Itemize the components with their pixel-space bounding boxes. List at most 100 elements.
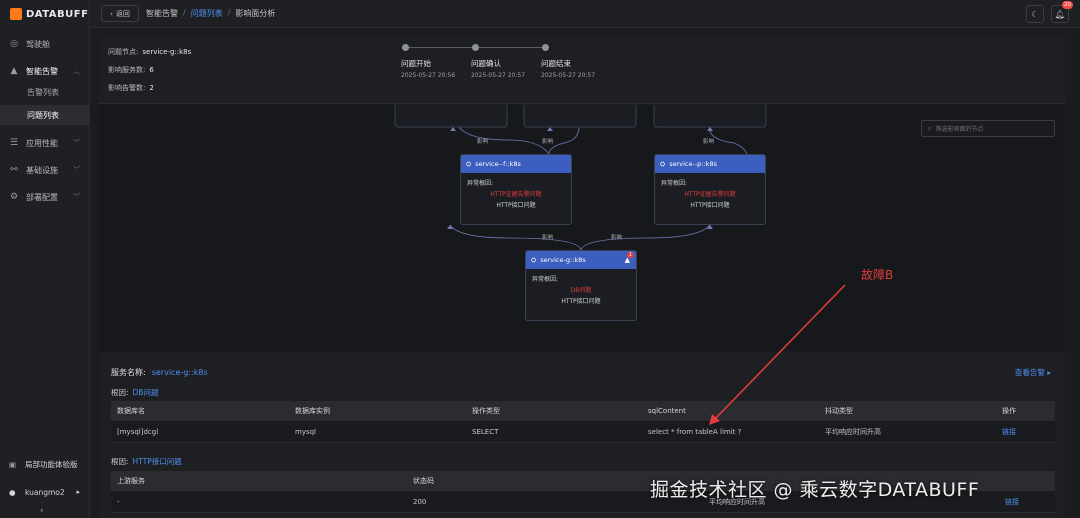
watermark: 掘金技术社区 @ 乘云数字DATABUFF (650, 479, 980, 501)
collapse-sidebar-icon[interactable]: ‹ (40, 506, 44, 516)
breadcrumb-separator: / (227, 8, 231, 17)
arrow-head (450, 127, 456, 131)
problem-node-value: service-g::k8s (142, 48, 192, 56)
chevron-down-icon: ﹀ (73, 139, 80, 147)
node-body: 异常根因: HTTP证据告警问题 HTTP接口问题 (655, 173, 765, 216)
node-title: service--f::k8s (475, 160, 521, 168)
root-cause-label: 根因: (111, 457, 129, 466)
problem-node-row: 问题节点: service-g::k8s (108, 47, 191, 57)
service-name-label: 服务名称: (111, 368, 146, 377)
affected-alarms-row: 影响告警数: 2 (108, 83, 154, 93)
sidebar-subitem-alarm-list[interactable]: 告警列表 (0, 82, 90, 102)
node-body: 异常根因: HTTP证据告警问题 HTTP接口问题 (461, 173, 571, 216)
sidebar-item-label: 驾驶舱 (26, 39, 50, 49)
column-header: 数据库实例 (295, 407, 330, 415)
sidebar-item-deploy[interactable]: ⚙ 部署配置 ﹀ (0, 187, 90, 207)
bell-icon: 🔔︎ (1054, 9, 1066, 19)
node-root-label: 异常根因: (467, 180, 494, 187)
table-link[interactable]: 链接 (999, 497, 1055, 507)
notification-badge: 20 (1062, 1, 1073, 9)
root-cause-value[interactable]: DB问题 (133, 388, 159, 397)
user-name: kuangmo2 (25, 487, 65, 497)
user-icon: ● (9, 487, 16, 497)
sidebar-item-alerts[interactable]: ▲ 智能告警 ︿ (0, 61, 90, 81)
view-alarms-link[interactable]: 查看告警 ▸ (1015, 367, 1051, 378)
table-link[interactable]: 链接 (996, 427, 1055, 437)
graph-edge (708, 126, 748, 155)
breadcrumb: 智能告警 / 问题列表 / 影响面分析 (146, 8, 275, 19)
graph-node-partial (523, 105, 637, 128)
column-header: sqlContent (648, 407, 686, 415)
root-cause-value[interactable]: HTTP接口问题 (133, 457, 182, 466)
graph-node-service-g[interactable]: ⛭ service-g::k8s ▲ 1 异常根因: DB问题 HTTP接口问题 (525, 250, 637, 321)
service-name-value[interactable]: service-g::k8s (152, 368, 208, 377)
graph-node-service-f[interactable]: ⛭ service--f::k8s 异常根因: HTTP证据告警问题 HTTP接… (460, 154, 572, 225)
timeline-label: 问题开始 (401, 59, 431, 68)
service-icon: ⛭ (466, 159, 472, 168)
graph-search-placeholder: 筛选影响面的节点 (935, 126, 984, 133)
edge-label: 影响 (542, 139, 554, 145)
node-body: 异常根因: DB问题 HTTP接口问题 (526, 269, 636, 312)
node-title: service-g::k8s (540, 256, 586, 264)
graph-node-service-p[interactable]: ⛭ service--p::k8s 异常根因: HTTP证据告警问题 HTTP接… (654, 154, 766, 225)
breadcrumb-item[interactable]: 智能告警 (146, 8, 178, 19)
trial-mode-label: 局部功能体验版 (25, 459, 78, 469)
breadcrumb-current: 影响面分析 (235, 9, 276, 18)
sidebar-item-label: 基础设施 (26, 165, 58, 175)
sidebar-subitem-label: 告警列表 (27, 87, 59, 97)
sidebar: DATABUFF ◎ 驾驶舱 ▲ 智能告警 ︿ 告警列表 问题列表 ☰ 应用性能… (0, 0, 90, 518)
graph-node-partial (653, 105, 767, 128)
edge-label: 影响 (611, 235, 623, 241)
notification-button[interactable]: 🔔︎ 20 (1051, 1, 1073, 23)
list-icon: ☰ (9, 138, 19, 148)
table-cell: 平均响应时间升高 (825, 427, 881, 436)
chevron-down-icon: ﹀ (73, 166, 80, 174)
breadcrumb-item[interactable]: 问题列表 (191, 8, 223, 19)
node-red-text: DB问题 (570, 287, 592, 294)
timeline-dot (472, 44, 479, 51)
db-table: 数据库名 数据库实例 操作类型 sqlContent 抖动类型 操作 [mysq… (111, 401, 1055, 443)
trial-mode-item[interactable]: ▣ 局部功能体验版 (0, 454, 90, 474)
bell-icon: ▲ (10, 66, 18, 76)
affected-services-label: 影响服务数: (108, 66, 146, 74)
moon-icon: ☾ (1031, 9, 1039, 19)
node-root-cause: HTTP接口问题 (690, 202, 730, 209)
gear-icon: ⚙ (9, 192, 19, 202)
logo-text: DATABUFF (26, 8, 89, 20)
chevron-up-icon: ︿ (73, 67, 80, 75)
sidebar-item-label: 应用性能 (26, 138, 58, 148)
timeline-dot (542, 44, 549, 51)
service-icon: ⛭ (660, 159, 666, 168)
sidebar-item-infra[interactable]: ⚯ 基础设施 ﹀ (0, 160, 90, 180)
lock-icon: ▣ (9, 459, 17, 469)
logo[interactable]: DATABUFF (10, 8, 88, 20)
problem-info-panel: 问题节点: service-g::k8s 影响服务数: 6 影响告警数: 2 (99, 36, 1065, 104)
chevron-right-icon: ▸ (1047, 368, 1051, 377)
sidebar-item-apm[interactable]: ☰ 应用性能 ﹀ (0, 133, 90, 153)
node-title: service--p::k8s (669, 160, 717, 168)
back-button[interactable]: ‹ 返回 (101, 5, 139, 22)
theme-toggle-button[interactable]: ☾ (1026, 5, 1044, 23)
timeline-label: 问题结束 (541, 59, 571, 68)
search-icon: ⌕ (928, 124, 932, 132)
table-cell: SELECT (472, 427, 499, 436)
sidebar-item-label: 部署配置 (26, 192, 58, 202)
sidebar-item-dashboard[interactable]: ◎ 驾驶舱 (0, 34, 90, 54)
column-header: 操作 (1002, 407, 1016, 415)
user-menu[interactable]: ● kuangmo2 ▸ (0, 482, 90, 502)
affected-services-row: 影响服务数: 6 (108, 65, 154, 75)
timeline-time: 2025-05-27 20:57 (471, 72, 526, 79)
view-alarms-label: 查看告警 (1014, 368, 1045, 377)
service-icon: ⛭ (531, 255, 537, 264)
table-cell: [mysql]dcgl (117, 427, 159, 436)
edge-label: 影响 (703, 139, 715, 145)
impact-graph[interactable]: ⌕ 筛选影响面的节点 影响 影响 影响 影响 影响 ⛭ service--f::… (99, 105, 1065, 351)
sidebar-subitem-problem-list[interactable]: 问题列表 (0, 105, 90, 125)
root-cause-row: 根因: DB问题 (111, 387, 158, 398)
graph-search-input[interactable]: ⌕ 筛选影响面的节点 (921, 120, 1055, 137)
node-root-cause: HTTP接口问题 (561, 298, 601, 305)
graph-edge (580, 224, 711, 251)
column-header: 操作类型 (472, 407, 500, 415)
table-cell: mysql (295, 427, 316, 436)
graph-edge (449, 224, 582, 251)
